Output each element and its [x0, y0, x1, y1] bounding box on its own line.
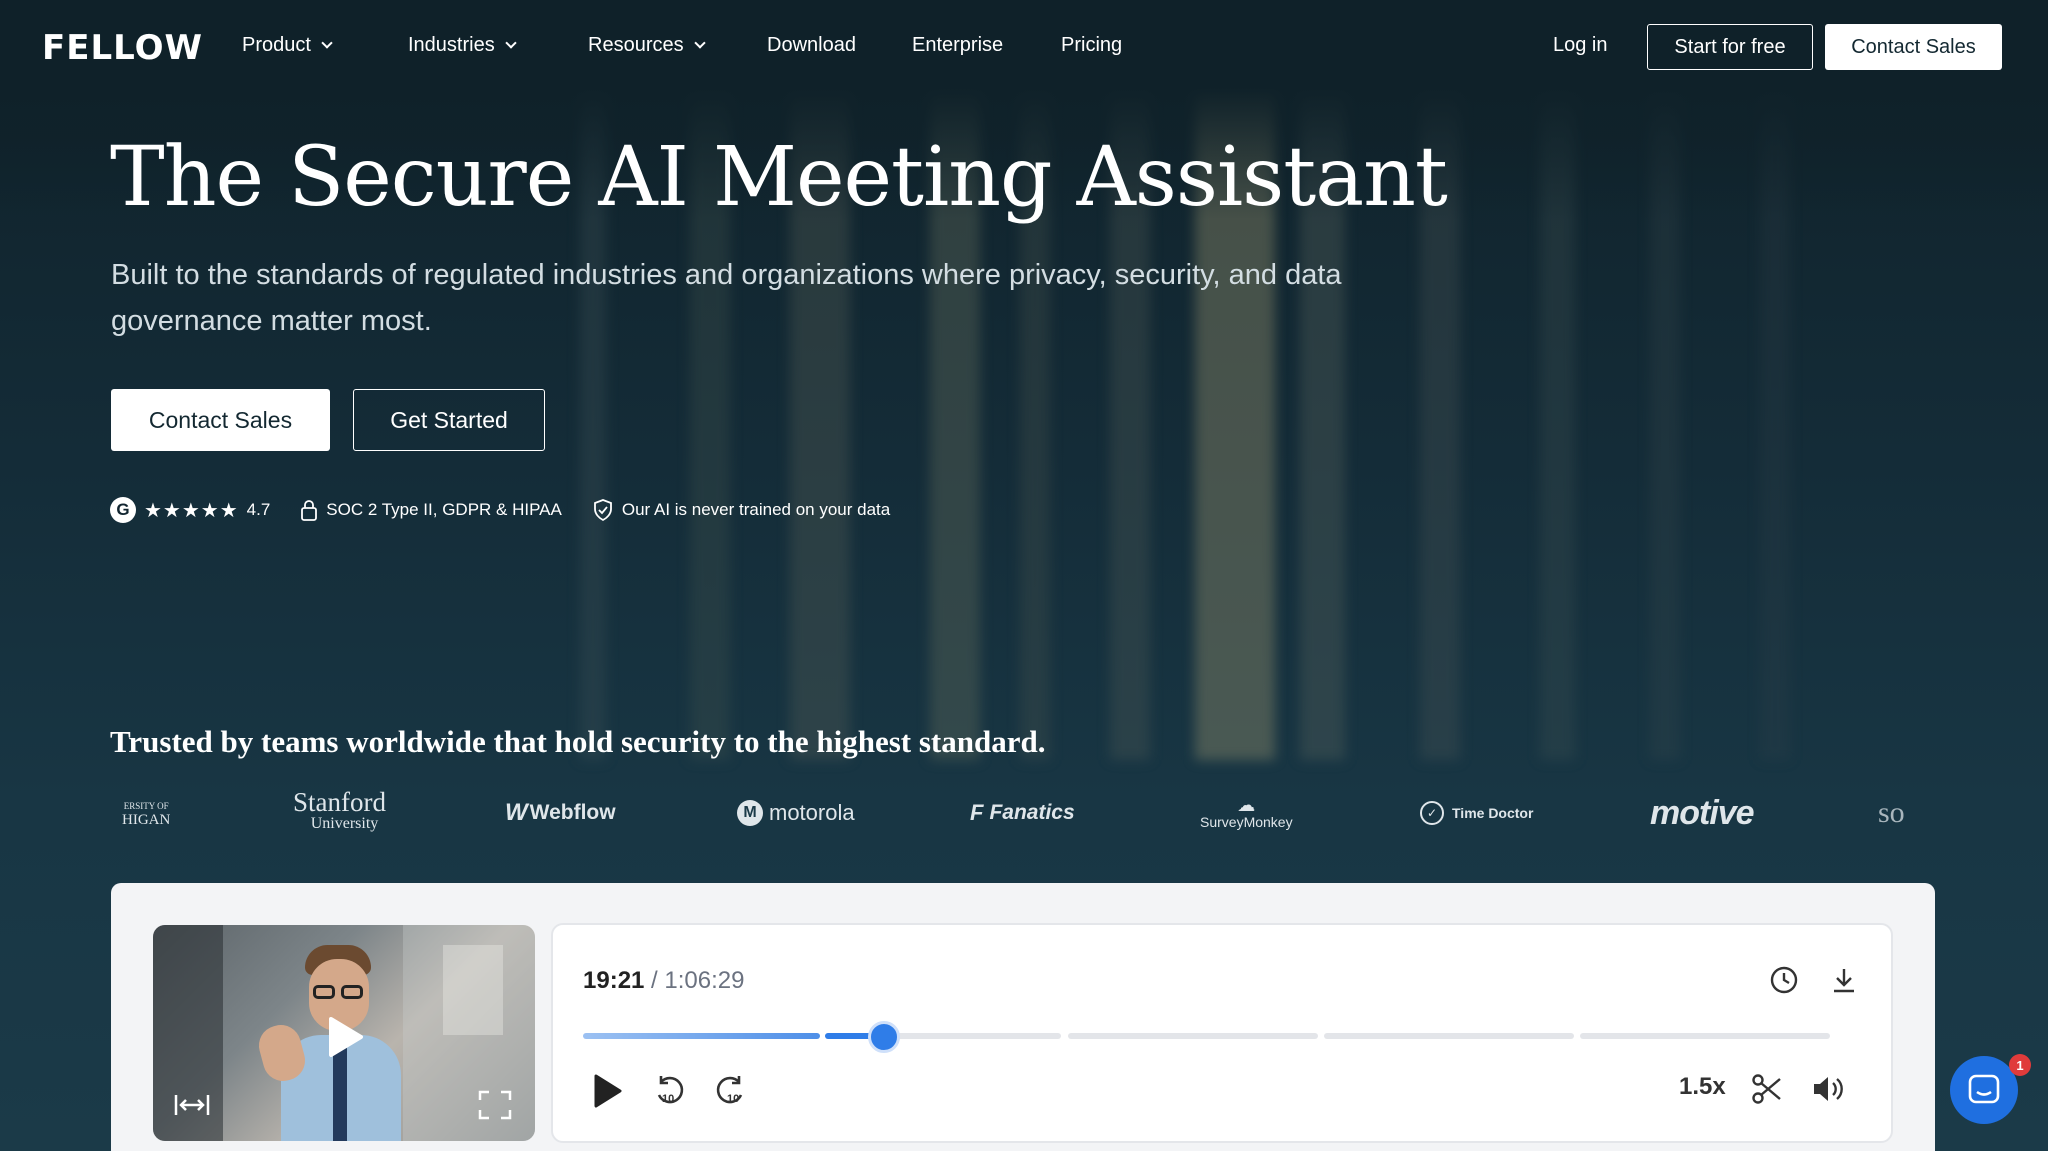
contact-sales-button[interactable]: Contact Sales: [111, 389, 330, 451]
get-started-button[interactable]: Get Started: [353, 389, 545, 451]
start-for-free-button[interactable]: Start for free: [1647, 24, 1813, 70]
total-time: 1:06:29: [664, 967, 745, 994]
nav-download-label: Download: [767, 34, 856, 56]
lock-icon: [301, 500, 318, 521]
logo-motive-name: motive: [1650, 793, 1755, 832]
logo-stanford-sub: University: [310, 815, 379, 832]
ai-privacy-badge: Our AI is never trained on your data: [592, 498, 890, 522]
logo-motorola: M motorola: [737, 780, 855, 846]
logo-michigan-name: ERSITY OF: [123, 801, 169, 811]
play-icon[interactable]: [325, 1015, 365, 1059]
g2-rating: G ★★★★★ 4.7: [110, 497, 270, 523]
download-icon[interactable]: [1829, 965, 1859, 995]
get-started-label: Get Started: [390, 406, 508, 433]
expand-icon[interactable]: [173, 1091, 211, 1119]
g2-icon: G: [110, 497, 136, 523]
svg-text:10: 10: [727, 1093, 739, 1105]
customer-logos: ERSITY OF HIGAN Stanford University W We…: [110, 780, 1920, 846]
nav-pricing-label: Pricing: [1061, 34, 1123, 56]
timeline-segment: [1068, 1033, 1318, 1039]
current-time: 19:21: [583, 967, 645, 994]
login-label: Log in: [1553, 34, 1608, 56]
hero-subtitle: Built to the standards of regulated indu…: [111, 259, 1342, 337]
rewind-10-icon[interactable]: 10: [653, 1073, 685, 1109]
logo-partial-name: so: [1878, 796, 1905, 829]
video-thumbnail[interactable]: [153, 925, 535, 1141]
chevron-down-icon: [505, 37, 517, 49]
time-separator: /: [644, 967, 665, 994]
nav-resources[interactable]: Resources: [588, 34, 706, 57]
contact-sales-label: Contact Sales: [148, 406, 293, 433]
trust-badges: G ★★★★★ 4.7 SOC 2 Type II, GDPR & HIPAA …: [110, 497, 920, 523]
playback-time: 19:21 / 1:06:29: [583, 967, 744, 995]
logo-stanford-name: Stanford: [293, 787, 386, 817]
scissors-icon[interactable]: [1751, 1073, 1783, 1105]
nav-product-label: Product: [242, 34, 311, 56]
compliance-badge: SOC 2 Type II, GDPR & HIPAA: [300, 499, 562, 521]
logo-surveymonkey: ☁ SurveyMonkey: [1200, 795, 1293, 830]
rating-value: 4.7: [246, 500, 271, 519]
meeting-player-card: 19:21 / 1:06:29 10 10 1.5x: [111, 883, 1935, 1151]
playback-speed[interactable]: 1.5x: [1679, 1073, 1726, 1101]
logo-time-doctor: ✓ Time Doctor: [1420, 780, 1533, 846]
chevron-down-icon: [693, 37, 706, 49]
start-for-free-label: Start for free: [1674, 35, 1786, 58]
timeline-scrubber-handle[interactable]: [868, 1021, 900, 1053]
fellow-logo[interactable]: FELLOW: [42, 28, 203, 68]
page-title: The Secure AI Meeting Assistant: [110, 130, 1448, 225]
notification-badge: 1: [2009, 1054, 2031, 1076]
nav-contact-sales-label: Contact Sales: [1851, 35, 1976, 58]
logo-time-doctor-name: Time Doctor: [1452, 805, 1534, 821]
svg-text:10: 10: [662, 1093, 674, 1105]
login-link[interactable]: Log in: [1553, 34, 1608, 57]
nav-industries-label: Industries: [408, 34, 495, 56]
ai-privacy-label: Our AI is never trained on your data: [621, 500, 891, 519]
nav-download[interactable]: Download: [767, 34, 856, 57]
logo-motorola-name: motorola: [769, 800, 855, 825]
chevron-down-icon: [321, 37, 333, 49]
nav-contact-sales-button[interactable]: Contact Sales: [1825, 24, 2002, 70]
nav-pricing[interactable]: Pricing: [1061, 34, 1122, 57]
nav-enterprise[interactable]: Enterprise: [912, 34, 1003, 57]
forward-10-icon[interactable]: 10: [715, 1073, 747, 1109]
fullscreen-icon[interactable]: [477, 1089, 513, 1121]
chat-launcher-button[interactable]: [1950, 1056, 2018, 1124]
logo-webflow: W Webflow: [505, 799, 616, 826]
nav-industries[interactable]: Industries: [408, 34, 517, 57]
clock-icon[interactable]: [1769, 965, 1799, 995]
nav-resources-label: Resources: [588, 34, 684, 56]
top-navigation: FELLOW Product Industries Resources Down…: [0, 0, 2048, 94]
logo-michigan-sub: HIGAN: [122, 812, 171, 828]
timeline-segment: [1324, 1033, 1574, 1039]
shield-check-icon: [593, 499, 612, 522]
timeline-segment: [1580, 1033, 1830, 1039]
logo-webflow-name: Webflow: [529, 801, 616, 824]
logo-partial: so: [1878, 780, 1905, 846]
nav-enterprise-label: Enterprise: [912, 34, 1004, 56]
logo-surveymonkey-name: SurveyMonkey: [1200, 814, 1293, 830]
logo-michigan: ERSITY OF HIGAN: [122, 780, 170, 846]
logo-fanatics-name: Fanatics: [989, 801, 1075, 824]
play-button-icon[interactable]: [591, 1073, 623, 1109]
trusted-heading: Trusted by teams worldwide that hold sec…: [110, 724, 1046, 759]
logo-stanford: Stanford University: [293, 780, 386, 846]
playback-controls: 19:21 / 1:06:29 10 10 1.5x: [551, 923, 1893, 1143]
chat-icon: [1968, 1074, 2000, 1104]
nav-product[interactable]: Product: [242, 34, 333, 57]
compliance-label: SOC 2 Type II, GDPR & HIPAA: [326, 500, 562, 519]
volume-icon[interactable]: [1811, 1073, 1845, 1105]
logo-motive: motive: [1650, 780, 1755, 846]
star-icon: ★★★★★: [144, 499, 239, 522]
timeline-played: [583, 1033, 820, 1039]
logo-fanatics: F Fanatics: [970, 800, 1075, 825]
